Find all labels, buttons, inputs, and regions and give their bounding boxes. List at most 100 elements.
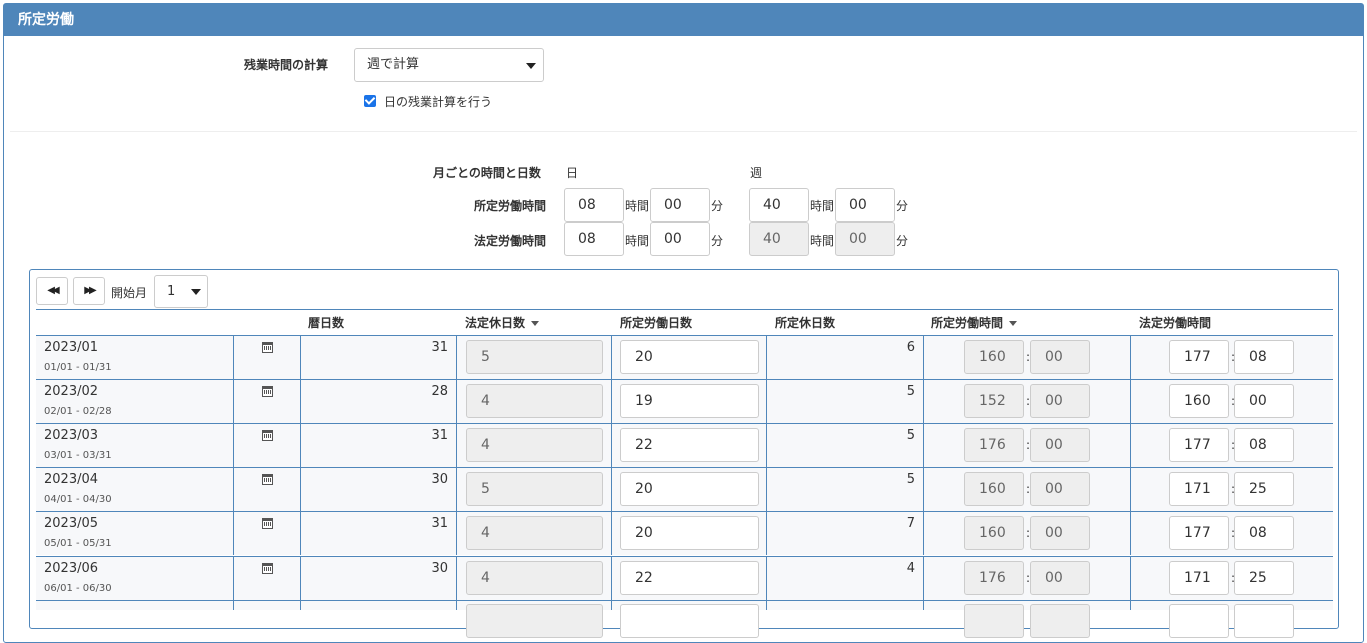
column-divider bbox=[300, 512, 301, 555]
chevron-down-icon bbox=[191, 289, 201, 295]
column-divider bbox=[233, 380, 234, 423]
legal-minutes-input[interactable]: 25 bbox=[1234, 472, 1294, 506]
next-year-button[interactable]: ▶▶ bbox=[73, 277, 105, 305]
header-legal-holidays[interactable]: 法定休日数 bbox=[465, 314, 540, 331]
column-divider bbox=[1130, 468, 1131, 511]
panel-title: 所定労働 bbox=[4, 4, 1363, 36]
unit-hour: 時間 bbox=[625, 234, 650, 248]
work-days-input[interactable]: 22 bbox=[620, 561, 759, 595]
work-hours-readonly: 176 bbox=[964, 428, 1024, 462]
legal-hours-input[interactable] bbox=[1169, 604, 1229, 638]
legal-hours-label: 法定労働時間 bbox=[474, 234, 547, 248]
column-divider bbox=[300, 557, 301, 600]
scheduled-holidays-value: 4 bbox=[906, 561, 915, 576]
scheduled-holidays-value: 7 bbox=[906, 516, 915, 531]
column-divider bbox=[456, 557, 457, 600]
overtime-calc-select-value: 週で計算 bbox=[367, 57, 420, 72]
legal-hours-input[interactable]: 177 bbox=[1169, 428, 1229, 462]
calendar-icon[interactable] bbox=[262, 563, 273, 574]
overtime-calc-select[interactable]: 週で計算 bbox=[354, 48, 544, 82]
legal-minutes-input[interactable]: 25 bbox=[1234, 561, 1294, 595]
double-left-arrow-icon: ◀◀ bbox=[47, 285, 60, 296]
month-label: 2023/06 bbox=[44, 561, 99, 576]
calendar-icon[interactable] bbox=[262, 430, 273, 441]
column-divider bbox=[923, 468, 924, 511]
work-days-input[interactable]: 20 bbox=[620, 516, 759, 550]
legal-minutes-input[interactable]: 08 bbox=[1234, 516, 1294, 550]
legal-week-hours-readonly: 40 bbox=[749, 222, 809, 256]
work-minutes-readonly: 00 bbox=[1030, 516, 1090, 550]
work-days-input[interactable]: 20 bbox=[620, 472, 759, 506]
work-hours-readonly: 176 bbox=[964, 561, 1024, 595]
column-divider bbox=[611, 512, 612, 555]
month-range: 02/01 - 02/28 bbox=[44, 406, 112, 417]
column-divider bbox=[300, 336, 301, 379]
header-scheduled-holidays: 所定休日数 bbox=[775, 316, 836, 330]
legal-day-minutes-input[interactable]: 00 bbox=[650, 222, 710, 256]
scheduled-day-minutes-input[interactable]: 00 bbox=[650, 188, 710, 222]
table-row bbox=[36, 600, 1333, 638]
header-legal-hours: 法定労働時間 bbox=[1139, 316, 1212, 330]
month-label: 2023/03 bbox=[44, 428, 99, 443]
column-divider bbox=[1130, 424, 1131, 467]
chevron-down-icon bbox=[526, 63, 536, 69]
scheduled-week-minutes-input[interactable]: 00 bbox=[835, 188, 895, 222]
header-work-days: 所定労働日数 bbox=[620, 316, 693, 330]
month-label: 2023/01 bbox=[44, 340, 99, 355]
start-month-select[interactable]: 1 bbox=[154, 275, 208, 308]
column-divider bbox=[611, 380, 612, 423]
work-days-input[interactable] bbox=[620, 604, 759, 638]
work-hours-readonly: 160 bbox=[964, 516, 1024, 550]
column-divider bbox=[300, 468, 301, 511]
unit-minute: 分 bbox=[711, 199, 724, 213]
table-top-border bbox=[36, 309, 1333, 310]
daily-overtime-checkbox[interactable] bbox=[364, 95, 376, 107]
table-row: 2023/0606/01 - 06/30304224176:00171:25 bbox=[36, 556, 1333, 600]
legal-hours-input[interactable]: 177 bbox=[1169, 340, 1229, 374]
column-divider bbox=[456, 336, 457, 379]
work-minutes-readonly: 00 bbox=[1030, 428, 1090, 462]
legal-minutes-input[interactable]: 00 bbox=[1234, 384, 1294, 418]
work-days-input[interactable]: 20 bbox=[620, 340, 759, 374]
calendar-days-value: 28 bbox=[431, 384, 448, 399]
unit-minute: 分 bbox=[896, 199, 909, 213]
legal-hours-input[interactable]: 171 bbox=[1169, 561, 1229, 595]
month-range: 01/01 - 01/31 bbox=[44, 362, 112, 373]
legal-hours-input[interactable]: 171 bbox=[1169, 472, 1229, 506]
legal-hours-input[interactable]: 160 bbox=[1169, 384, 1229, 418]
legal-holidays-readonly: 5 bbox=[466, 340, 603, 374]
work-days-input[interactable]: 19 bbox=[620, 384, 759, 418]
unit-minute: 分 bbox=[896, 234, 909, 248]
legal-hours-input[interactable]: 177 bbox=[1169, 516, 1229, 550]
scheduled-day-hours-input[interactable]: 08 bbox=[564, 188, 624, 222]
header-work-hours[interactable]: 所定労働時間 bbox=[931, 314, 1018, 331]
calendar-icon[interactable] bbox=[262, 386, 273, 397]
legal-minutes-input[interactable]: 08 bbox=[1234, 340, 1294, 374]
column-divider bbox=[233, 468, 234, 511]
column-divider bbox=[766, 424, 767, 467]
work-minutes-readonly: 00 bbox=[1030, 340, 1090, 374]
monthly-label: 月ごとの時間と日数 bbox=[433, 166, 541, 180]
column-divider bbox=[1130, 557, 1131, 600]
column-divider bbox=[923, 336, 924, 379]
calendar-icon[interactable] bbox=[262, 518, 273, 529]
calendar-icon[interactable] bbox=[262, 474, 273, 485]
column-divider bbox=[300, 380, 301, 423]
sort-down-icon bbox=[531, 321, 540, 326]
legal-minutes-input[interactable] bbox=[1234, 604, 1294, 638]
legal-week-minutes-readonly: 00 bbox=[835, 222, 895, 256]
work-days-input[interactable]: 22 bbox=[620, 428, 759, 462]
calendar-icon[interactable] bbox=[262, 342, 273, 353]
legal-minutes-input[interactable]: 08 bbox=[1234, 428, 1294, 462]
legal-holidays-readonly: 4 bbox=[466, 384, 603, 418]
column-divider bbox=[611, 557, 612, 600]
scheduled-week-hours-input[interactable]: 40 bbox=[749, 188, 809, 222]
column-divider bbox=[233, 336, 234, 379]
calendar-days-value: 31 bbox=[431, 516, 448, 531]
table-row: 2023/0202/01 - 02/28284195152:00160:00 bbox=[36, 379, 1333, 423]
prev-year-button[interactable]: ◀◀ bbox=[36, 277, 68, 305]
column-divider bbox=[456, 424, 457, 467]
legal-day-hours-input[interactable]: 08 bbox=[564, 222, 624, 256]
column-divider bbox=[1130, 336, 1131, 379]
legal-holidays-readonly: 4 bbox=[466, 428, 603, 462]
